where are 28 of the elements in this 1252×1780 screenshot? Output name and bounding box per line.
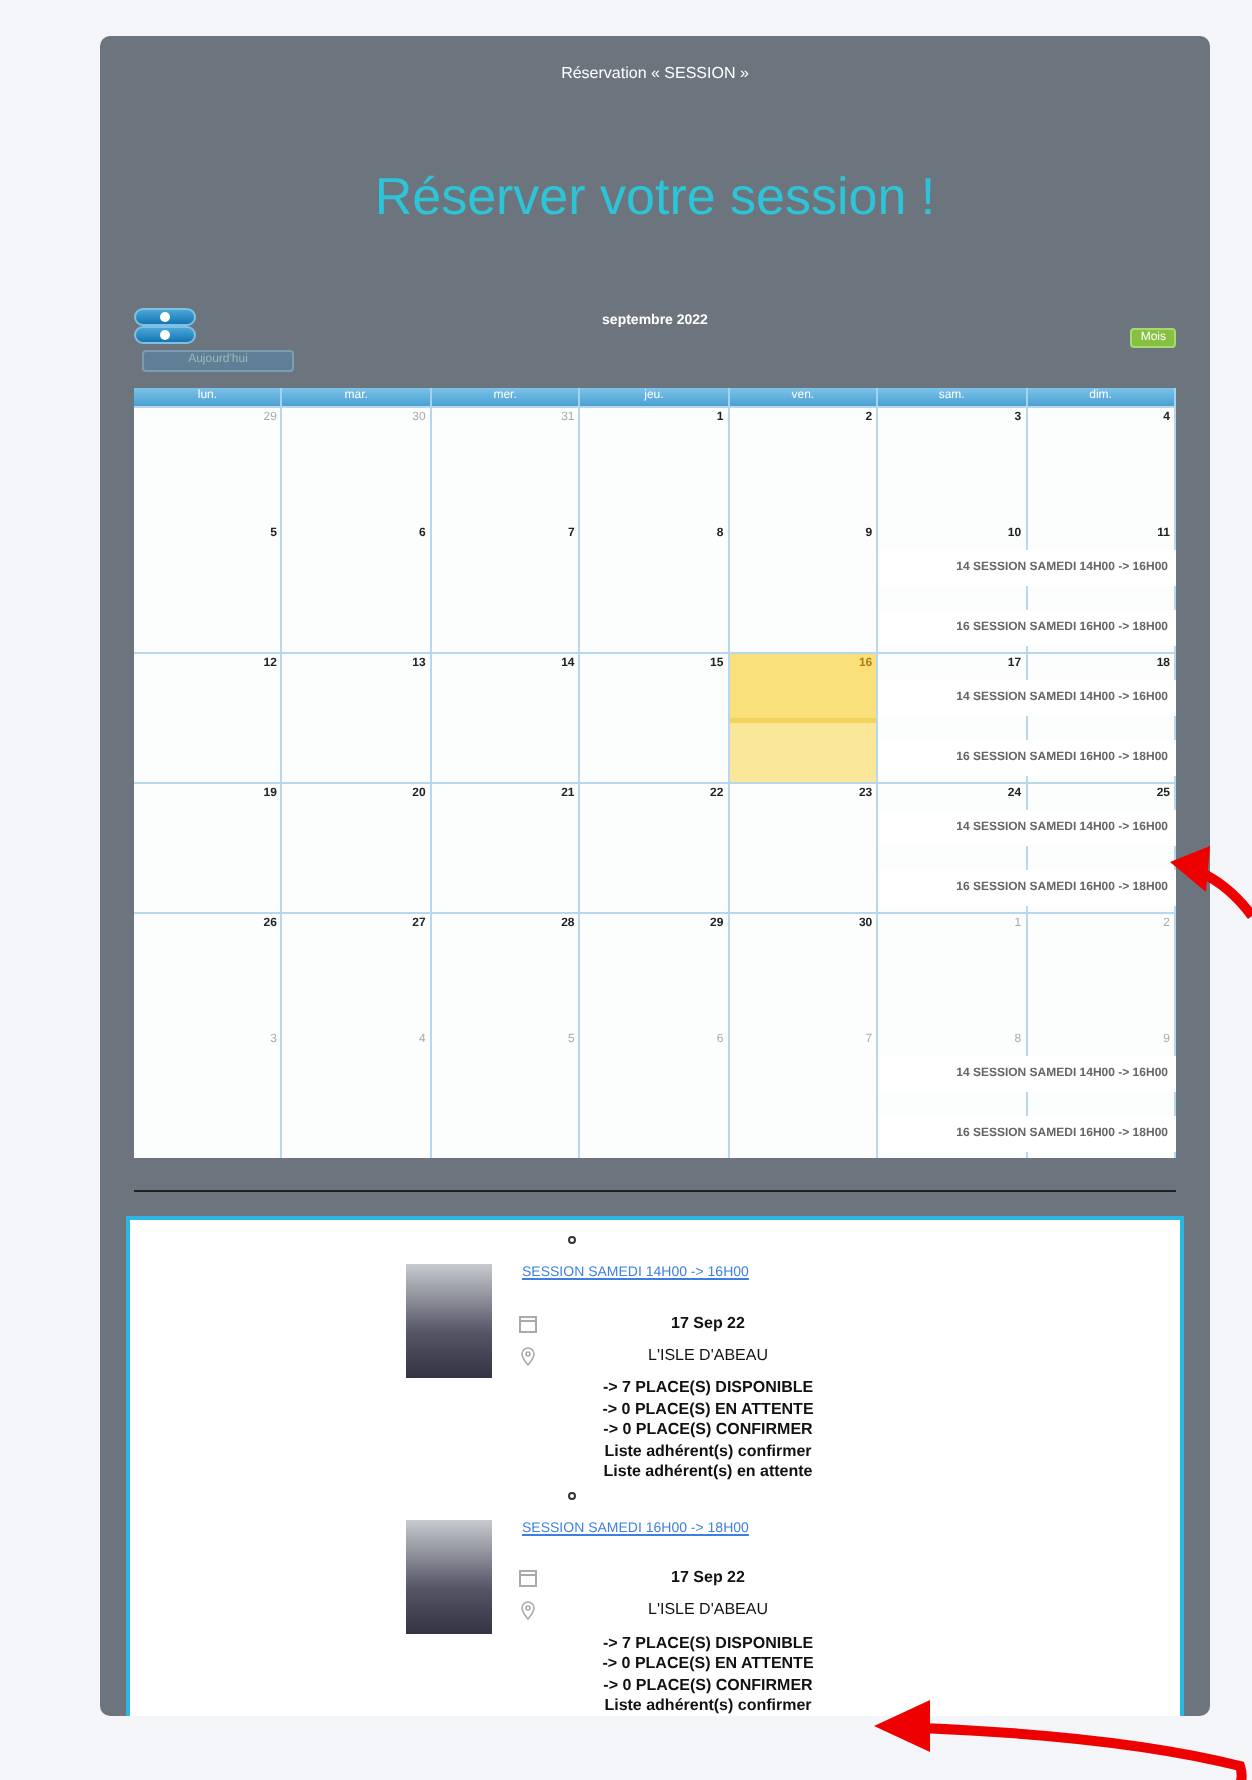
page-title: Réservation « SESSION » xyxy=(559,62,751,86)
session-location: L'ISLE D'ABEAU xyxy=(646,1345,770,1368)
session-info: Liste adhérent(s) confirmer xyxy=(602,1696,814,1716)
location-pin-icon xyxy=(518,1600,538,1621)
session-date: 17 Sep 22 xyxy=(669,1313,747,1336)
session-info: -> 0 PLACE(S) CONFIRMER xyxy=(601,1420,815,1442)
bullet-icon xyxy=(568,1491,576,1500)
session-date: 17 Sep 22 xyxy=(669,1568,747,1591)
next-button[interactable] xyxy=(134,326,196,345)
prev-icon xyxy=(160,312,170,323)
next-icon xyxy=(160,330,170,341)
location-pin-icon xyxy=(518,1345,538,1366)
session-info: -> 7 PLACE(S) DISPONIBLE xyxy=(600,1633,816,1655)
calendar-icon xyxy=(518,1568,538,1589)
session-info: Liste adhérent(s) en attente xyxy=(601,1462,815,1484)
page-heading: Réserver votre session ! xyxy=(372,166,938,229)
session-info: -> 0 PLACE(S) EN ATTENTE xyxy=(600,1654,816,1676)
calendar-icon xyxy=(518,1313,538,1334)
session-location: L'ISLE D'ABEAU xyxy=(646,1600,770,1623)
session-info: -> 7 PLACE(S) DISPONIBLE xyxy=(600,1378,816,1400)
photo-placeholder xyxy=(406,1264,492,1379)
session-info: Liste adhérent(s) confirmer xyxy=(602,1441,814,1463)
annotation-arrow xyxy=(1170,846,1252,920)
bullet-icon xyxy=(568,1236,576,1245)
photo-placeholder xyxy=(406,1519,492,1634)
session-info: -> 0 PLACE(S) EN ATTENTE xyxy=(600,1399,816,1421)
prev-button[interactable] xyxy=(134,308,196,327)
session-info: -> 0 PLACE(S) CONFIRMER xyxy=(601,1675,815,1697)
